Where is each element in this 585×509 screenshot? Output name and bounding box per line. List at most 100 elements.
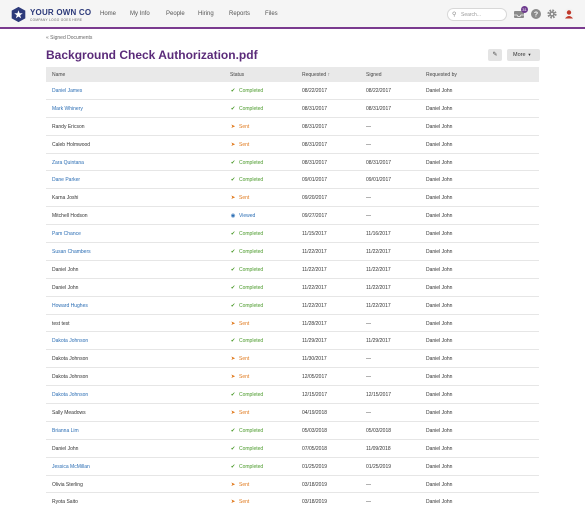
table-row: Mitchell Hodson ◉ Viewed 09/27/2017 — Daniel … — [46, 207, 539, 226]
employee-name-link[interactable]: Pam Chance — [52, 231, 81, 237]
search-input[interactable]: ⚲ Search... — [447, 8, 507, 21]
search-placeholder: Search... — [461, 12, 482, 18]
column-header-status[interactable]: Status — [230, 72, 244, 78]
status-cell: ✔ Completed — [230, 266, 264, 273]
nav-hiring[interactable]: Hiring — [198, 11, 214, 17]
employee-name-link[interactable]: Daniel James — [52, 88, 82, 94]
column-header-requested-by[interactable]: Requested by — [426, 72, 457, 78]
signed-date: — — [366, 374, 371, 381]
table-row: Zara Quintana ✔ Completed 08/31/2017 08/31/2… — [46, 154, 539, 172]
column-header-name[interactable]: Name — [52, 72, 65, 78]
status-label: Completed — [239, 463, 264, 470]
requested-date: 01/25/2019 — [302, 463, 328, 470]
employee-name: Mitchell Hodson — [52, 213, 88, 220]
status-cell: ➤ Sent — [230, 481, 250, 488]
check-circle-icon: ✔ — [230, 249, 236, 256]
status-label: Sent — [239, 499, 250, 506]
column-header-requested[interactable]: Requested ↑ — [302, 72, 330, 78]
status-label: Completed — [239, 266, 264, 273]
more-button-label: More — [513, 52, 526, 58]
requested-by: Daniel John — [426, 427, 453, 434]
signed-date: — — [366, 195, 371, 202]
brand-name[interactable]: YOUR OWN CO — [30, 8, 91, 17]
table-row: Dane Parker ✔ Completed 09/01/2017 09/01/201… — [46, 171, 539, 190]
nav-my-info[interactable]: My Info — [130, 11, 150, 17]
check-circle-icon: ✔ — [230, 284, 236, 291]
employee-name-link[interactable]: Howard Hughes — [52, 303, 88, 309]
company-logo-icon[interactable] — [10, 6, 27, 23]
signed-date: 11/22/2017 — [366, 284, 391, 291]
table-row: Daniel John ✔ Completed 07/05/2018 11/09/201… — [46, 440, 539, 458]
paper-plane-icon: ➤ — [230, 123, 236, 130]
employee-name-link[interactable]: Dane Parker — [52, 177, 80, 183]
employee-name-link[interactable]: Zara Quintana — [52, 160, 84, 166]
requested-date: 08/31/2017 — [302, 105, 328, 112]
signed-date: — — [366, 499, 371, 506]
table-row: Pam Chance ✔ Completed 11/15/2017 11/16/2017… — [46, 225, 539, 244]
paper-plane-icon: ➤ — [230, 356, 236, 363]
status-label: Sent — [239, 481, 250, 488]
status-label: Sent — [239, 356, 250, 363]
nav-reports[interactable]: Reports — [229, 11, 250, 17]
requested-date: 11/22/2017 — [302, 284, 327, 291]
column-header-signed[interactable]: Signed — [366, 72, 382, 78]
user-avatar-icon[interactable] — [563, 8, 575, 20]
table-row: Karna Joshi ➤ Sent 09/20/2017 — Daniel John — [46, 189, 539, 208]
signed-date: — — [366, 141, 371, 148]
check-circle-icon: ✔ — [230, 266, 236, 273]
employee-name-link[interactable]: Susan Chambers — [52, 249, 91, 255]
table-row: Sally Meadows ➤ Sent 04/19/2018 — Daniel John — [46, 404, 539, 422]
more-button[interactable]: More ▼ — [507, 49, 540, 61]
employee-name: Dakota Johnson — [52, 374, 89, 381]
status-cell: ✔ Completed — [230, 284, 264, 291]
page-title: Background Check Authorization.pdf — [46, 48, 258, 62]
status-label: Sent — [239, 320, 250, 327]
check-circle-icon: ✔ — [230, 159, 236, 166]
employee-name-link[interactable]: Jessica McMillan — [52, 464, 90, 470]
edit-button[interactable]: ✎ — [488, 49, 502, 61]
status-label: Sent — [239, 123, 250, 130]
requested-by: Daniel John — [426, 302, 453, 309]
signed-date: 01/25/2019 — [366, 463, 392, 470]
requested-date: 09/27/2017 — [302, 213, 328, 220]
employee-name-link[interactable]: Dakota Johnson — [52, 338, 88, 344]
requested-by: Daniel John — [426, 266, 453, 273]
requested-by: Daniel John — [426, 284, 453, 291]
status-label: Completed — [239, 284, 264, 291]
employee-name: Daniel John — [52, 266, 79, 273]
requested-by: Daniel John — [426, 231, 453, 238]
nav-home[interactable]: Home — [100, 11, 116, 17]
nav-people[interactable]: People — [166, 11, 185, 17]
settings-gear-icon[interactable] — [546, 8, 558, 20]
status-cell: ✔ Completed — [230, 463, 264, 470]
inbox-count-badge: 31 — [521, 6, 528, 13]
requested-by: Daniel John — [426, 374, 453, 381]
status-cell: ➤ Sent — [230, 320, 250, 327]
employee-name-link[interactable]: Dakota Johnson — [52, 392, 88, 398]
help-icon[interactable]: ? — [530, 8, 542, 20]
table-row: Daniel James ✔ Completed 08/22/2017 08/22/20… — [46, 82, 539, 100]
status-label: Completed — [239, 249, 264, 256]
requested-by: Daniel John — [426, 141, 453, 148]
requested-date: 11/29/2017 — [302, 338, 327, 345]
requested-by: Daniel John — [426, 105, 453, 112]
svg-text:?: ? — [534, 11, 538, 18]
nav-files[interactable]: Files — [265, 11, 278, 17]
employee-name: Daniel John — [52, 445, 79, 452]
status-label: Completed — [239, 177, 264, 184]
requested-date: 05/03/2018 — [302, 427, 328, 434]
requested-date: 11/22/2017 — [302, 249, 327, 256]
employee-name-link[interactable]: Brianna Lim — [52, 428, 79, 434]
requested-by: Daniel John — [426, 159, 453, 166]
pencil-icon: ✎ — [492, 52, 498, 58]
status-label: Sent — [239, 195, 250, 202]
signed-date: 09/01/2017 — [366, 177, 392, 184]
requested-by: Daniel John — [426, 320, 453, 327]
requested-date: 03/18/2019 — [302, 499, 328, 506]
employee-name: Randy Ericson — [52, 123, 85, 130]
paper-plane-icon: ➤ — [230, 481, 236, 488]
breadcrumb-signed-documents[interactable]: « Signed Documents — [46, 35, 92, 41]
employee-name-link[interactable]: Mark Whinery — [52, 106, 83, 112]
status-cell: ➤ Sent — [230, 356, 250, 363]
requested-date: 08/31/2017 — [302, 141, 328, 148]
